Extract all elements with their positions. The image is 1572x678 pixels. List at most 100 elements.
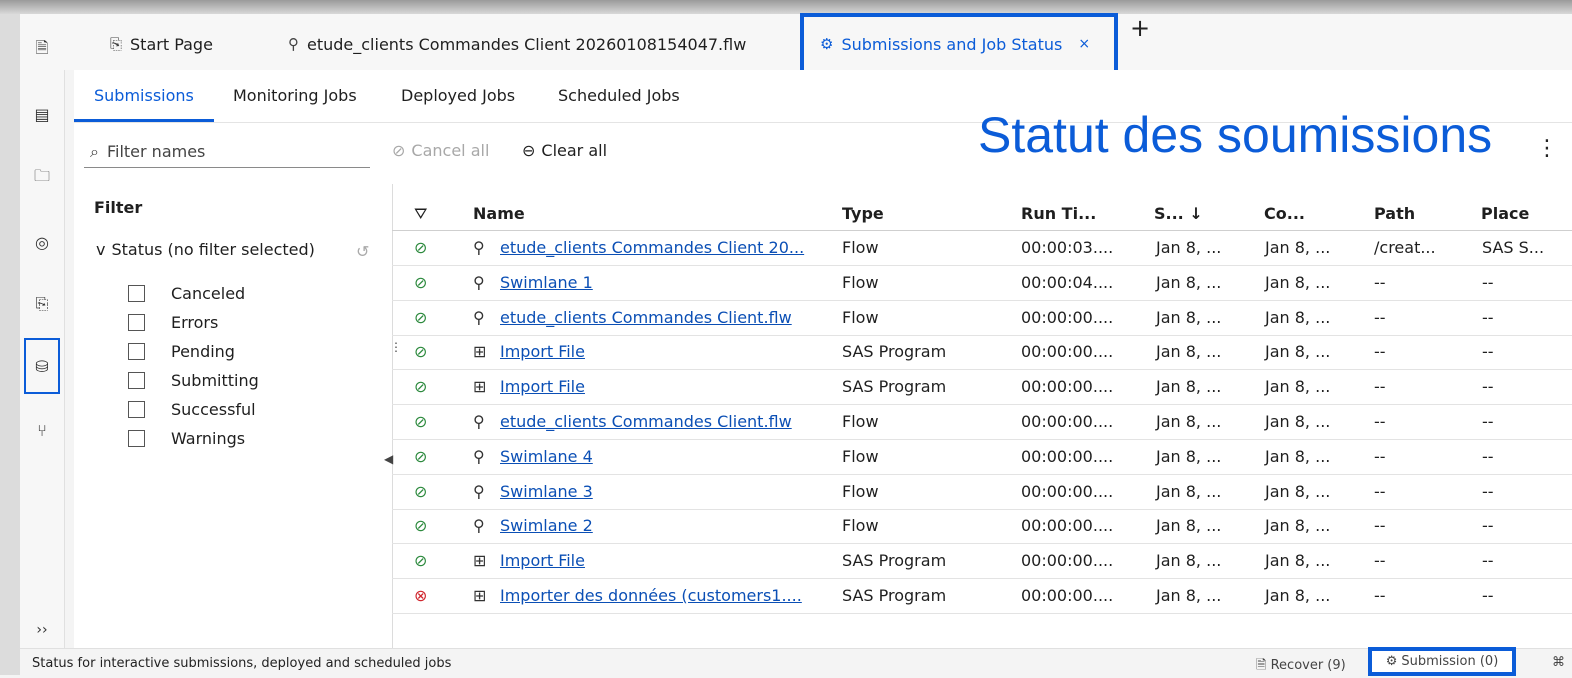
- job-completed: Jan 8, ...: [1265, 412, 1331, 431]
- reset-filter-icon[interactable]: ↺: [356, 242, 369, 261]
- submission-button[interactable]: ⚙ Submission (0): [1368, 647, 1516, 676]
- flow-icon: ⚲: [288, 35, 299, 53]
- tab-label: etude_clients Commandes Client 202601081…: [307, 34, 747, 54]
- job-name-link[interactable]: Swimlane 3: [500, 482, 593, 501]
- tab-scheduled-jobs[interactable]: Scheduled Jobs: [558, 86, 680, 105]
- job-path: --: [1374, 412, 1386, 431]
- job-completed: Jan 8, ...: [1265, 238, 1331, 257]
- option-label: Canceled: [171, 284, 246, 303]
- checkbox[interactable]: [128, 372, 145, 389]
- submissions-jobs-icon[interactable]: ⛁: [24, 338, 60, 394]
- tab-start-page[interactable]: ⎘ Start Page: [110, 30, 213, 58]
- filter-option-pending[interactable]: Pending: [128, 342, 235, 361]
- status-filter-group[interactable]: v Status (no filter selected): [96, 240, 376, 259]
- column-header-run-time[interactable]: Run Ti...: [1021, 204, 1096, 223]
- table-row[interactable]: ⊘ ⚲ Swimlane 2 Flow 00:00:00.... Jan 8, ... Ja…: [392, 509, 1572, 545]
- success-status-icon: ⊘: [414, 412, 428, 431]
- job-name-link[interactable]: etude_clients Commandes Client 20...: [500, 238, 804, 257]
- checkbox[interactable]: [128, 430, 145, 447]
- job-type: SAS Program: [842, 586, 947, 605]
- job-path: --: [1374, 516, 1386, 536]
- command-icon[interactable]: ⌘: [1552, 655, 1565, 670]
- cancel-all-button[interactable]: ⊘ Cancel all: [392, 141, 489, 160]
- table-row[interactable]: ⊘ ⚲ etude_clients Commandes Client.flw Flow…: [392, 405, 1572, 440]
- job-name-link[interactable]: Importer des données (customers1....: [500, 586, 802, 605]
- filter-names-input[interactable]: ⌕ Filter names: [84, 136, 370, 168]
- job-name-link[interactable]: Swimlane 1: [500, 273, 593, 292]
- more-options-icon[interactable]: ⋮: [1536, 136, 1558, 161]
- table-row[interactable]: ⊘ ⚲ etude_clients Commandes Client 20... Fl…: [392, 231, 1572, 266]
- filter-option-submitting[interactable]: Submitting: [128, 371, 259, 390]
- table-row[interactable]: ⊘ ⚲ Swimlane 4 Flow 00:00:00.... Jan 8, ... Ja…: [392, 440, 1572, 475]
- filter-placeholder: Filter names: [106, 142, 206, 161]
- success-status-icon: ⊘: [414, 551, 428, 571]
- job-name-link[interactable]: Import File: [500, 551, 585, 570]
- document-icon[interactable]: 🗎: [28, 36, 56, 64]
- table-row[interactable]: ⊘ ⚲ Swimlane 3 Flow 00:00:00.... Jan 8, ... Ja…: [392, 475, 1572, 510]
- job-name-link[interactable]: Import File: [500, 342, 585, 361]
- job-run-time: 00:00:00....: [1021, 377, 1114, 397]
- option-label: Errors: [171, 313, 219, 332]
- expand-rail-icon[interactable]: ››: [28, 616, 56, 644]
- success-status-icon: ⊘: [414, 516, 428, 536]
- program-icon: ⊞: [473, 377, 487, 397]
- job-path: /creat...: [1374, 238, 1436, 257]
- checkbox[interactable]: [128, 343, 145, 360]
- snippets-icon[interactable]: ⎘: [28, 290, 56, 318]
- git-icon[interactable]: ⑂: [28, 416, 56, 444]
- close-icon[interactable]: ×: [1078, 36, 1090, 52]
- job-name-link[interactable]: Swimlane 2: [500, 516, 593, 535]
- filter-option-successful[interactable]: Successful: [128, 400, 256, 419]
- job-type: SAS Program: [842, 377, 947, 397]
- table-row[interactable]: ⊘ ⊞ Import File SAS Program 00:00:00.... Jan …: [392, 370, 1572, 406]
- column-header-name[interactable]: Name: [473, 204, 525, 223]
- column-header-path[interactable]: Path: [1374, 204, 1415, 223]
- table-row[interactable]: ⊘ ⚲ etude_clients Commandes Client.flw Flow…: [392, 301, 1572, 336]
- success-status-icon: ⊘: [414, 342, 428, 362]
- job-name-link[interactable]: Import File: [500, 377, 585, 396]
- checkbox[interactable]: [128, 314, 145, 331]
- tab-deployed-jobs[interactable]: Deployed Jobs: [401, 86, 515, 105]
- table-row[interactable]: ⊘ ⚲ Swimlane 1 Flow 00:00:04.... Jan 8, ... Ja…: [392, 266, 1572, 301]
- job-type: Flow: [842, 412, 879, 431]
- tab-submissions-job-status[interactable]: ⚙ Submissions and Job Status ×: [820, 30, 1090, 58]
- job-place: --: [1482, 377, 1494, 397]
- job-start: Jan 8, ...: [1156, 272, 1222, 292]
- job-path: --: [1374, 481, 1386, 501]
- libraries-icon[interactable]: ◎: [28, 228, 56, 256]
- column-header-start[interactable]: S... ↓: [1154, 204, 1203, 223]
- filter-funnel-icon[interactable]: ⛛: [414, 204, 427, 224]
- job-name-link[interactable]: etude_clients Commandes Client.flw: [500, 308, 792, 327]
- column-header-completed[interactable]: Co...: [1264, 204, 1305, 223]
- job-place: --: [1482, 272, 1494, 292]
- job-start: Jan 8, ...: [1156, 481, 1222, 501]
- job-name-link[interactable]: Swimlane 4: [500, 447, 593, 466]
- folders-icon[interactable]: 🗀: [28, 164, 56, 192]
- add-tab-button[interactable]: +: [1130, 14, 1150, 42]
- recover-label: Recover (9): [1270, 658, 1346, 673]
- job-name-link[interactable]: etude_clients Commandes Client.flw: [500, 412, 792, 431]
- library-icon[interactable]: ▤: [28, 100, 56, 128]
- table-row[interactable]: ⊘ ⊞ Import File SAS Program 00:00:00.... Jan …: [392, 544, 1572, 580]
- filter-option-canceled[interactable]: Canceled: [128, 284, 245, 303]
- job-completed: Jan 8, ...: [1265, 272, 1331, 292]
- clear-all-button[interactable]: ⊖ Clear all: [522, 141, 607, 160]
- column-header-place[interactable]: Place: [1481, 204, 1529, 223]
- job-run-time: 00:00:03....: [1021, 238, 1114, 257]
- tab-label: Submissions and Job Status: [841, 34, 1063, 54]
- tab-submissions[interactable]: Submissions: [94, 86, 194, 105]
- table-row[interactable]: ⊘ ⊞ Import File SAS Program 00:00:00.... Jan …: [392, 335, 1572, 371]
- table-row[interactable]: ⊗ ⊞ Importer des données (customers1.... SA…: [392, 579, 1572, 614]
- status-bar-text: Status for interactive submissions, depl…: [32, 656, 452, 671]
- tab-flow[interactable]: ⚲ etude_clients Commandes Client 2026010…: [288, 30, 746, 58]
- filter-option-warnings[interactable]: Warnings: [128, 429, 245, 448]
- success-status-icon: ⊘: [414, 238, 428, 257]
- filter-option-errors[interactable]: Errors: [128, 313, 218, 332]
- tab-monitoring-jobs[interactable]: Monitoring Jobs: [233, 86, 357, 105]
- flow-icon: ⚲: [473, 446, 485, 466]
- option-label: Warnings: [171, 429, 246, 448]
- gear-icon: ⚙: [820, 35, 834, 53]
- column-header-type[interactable]: Type: [842, 204, 884, 223]
- checkbox[interactable]: [128, 401, 145, 418]
- checkbox[interactable]: [128, 285, 145, 302]
